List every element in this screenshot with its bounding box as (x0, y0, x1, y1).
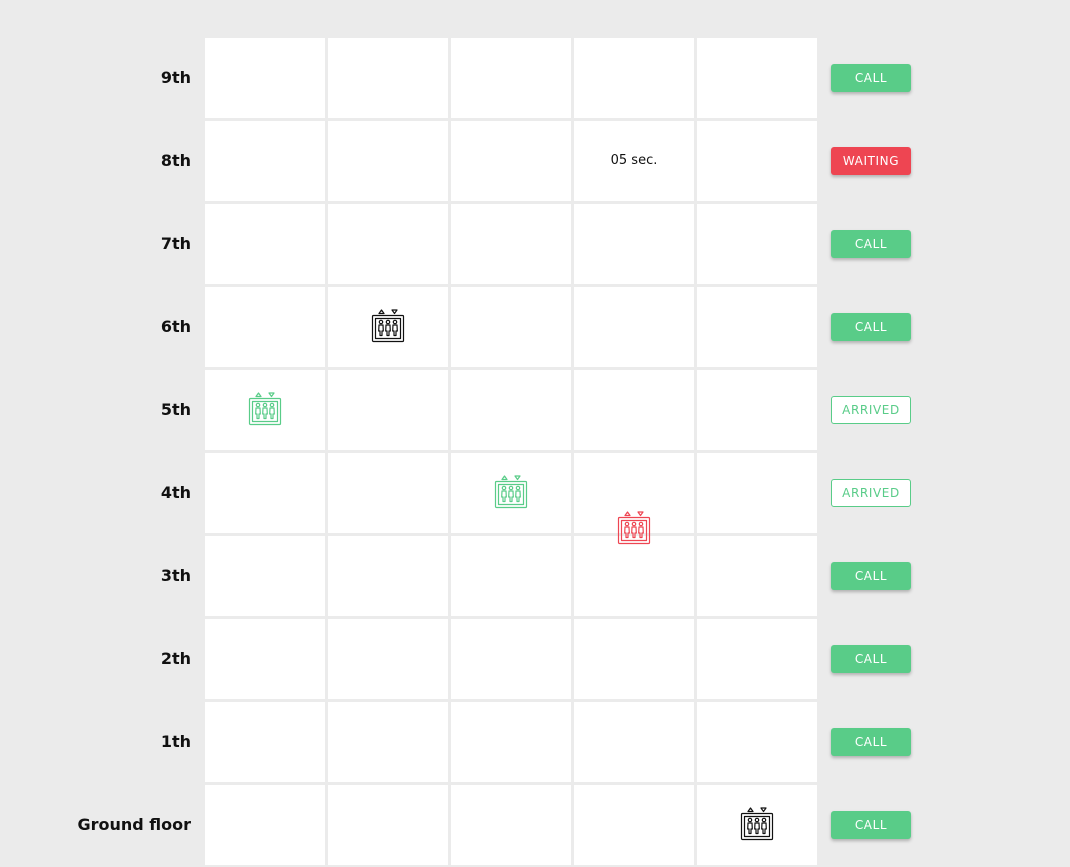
shaft-cell (574, 619, 694, 699)
shaft-cell (205, 204, 325, 284)
shaft-cell (328, 702, 448, 782)
shaft-cell (451, 38, 571, 118)
call-button[interactable]: CALL (831, 562, 911, 590)
shaft-cell (205, 38, 325, 118)
shaft-cell (697, 702, 817, 782)
floor-label: 3th (160, 566, 191, 585)
floor-label: 2th (160, 649, 191, 668)
call-button[interactable]: CALL (831, 313, 911, 341)
floor-label: 5th (160, 400, 191, 419)
floor-label: 9th (160, 68, 191, 87)
elevator-app: 9th CALL 8th 05 sec. WAITING 7th CALL 6th CALL 5t… (0, 0, 1070, 867)
shaft-cell (205, 121, 325, 201)
shaft-cell (328, 536, 448, 616)
shaft-cell (697, 204, 817, 284)
arrived-button[interactable]: ARRIVED (831, 396, 911, 424)
shaft-cell (574, 287, 694, 367)
floor-label: Ground floor (77, 815, 191, 834)
elevator-icon (740, 807, 774, 841)
shaft-cell (697, 121, 817, 201)
floor-label: 6th (160, 317, 191, 336)
shaft-cell (328, 38, 448, 118)
shaft-cell (697, 38, 817, 118)
shaft-cell (451, 287, 571, 367)
shaft-cell (574, 785, 694, 865)
shaft-cell (205, 702, 325, 782)
floor-label: 8th (160, 151, 191, 170)
shaft-cell (574, 536, 694, 616)
shaft-cell (451, 121, 571, 201)
shaft-cell (697, 453, 817, 533)
shaft-cell (328, 370, 448, 450)
shaft-cell (328, 785, 448, 865)
floor-label: 7th (160, 234, 191, 253)
shaft-cell (574, 204, 694, 284)
call-button[interactable]: CALL (831, 230, 911, 258)
shaft-cell (451, 785, 571, 865)
shaft-cell (574, 702, 694, 782)
shaft-cell (451, 370, 571, 450)
shaft-cell (205, 619, 325, 699)
shaft-cell (328, 619, 448, 699)
shaft-cell (697, 287, 817, 367)
shaft-cell (328, 121, 448, 201)
shaft-cell (451, 619, 571, 699)
elevator-icon (617, 511, 651, 545)
shaft-cell (205, 287, 325, 367)
wait-timer: 05 sec. (610, 153, 658, 168)
call-button[interactable]: CALL (831, 811, 911, 839)
elevator-icon (248, 392, 282, 426)
elevator-icon (494, 475, 528, 509)
elevator-icon (371, 309, 405, 343)
shaft-cell (574, 370, 694, 450)
shaft-cell (328, 204, 448, 284)
shaft-cell (451, 204, 571, 284)
arrived-button[interactable]: ARRIVED (831, 479, 911, 507)
shaft-cell (205, 536, 325, 616)
floor-label: 1th (160, 732, 191, 751)
shaft-cell (205, 453, 325, 533)
shaft-cell (697, 536, 817, 616)
call-button[interactable]: CALL (831, 728, 911, 756)
shaft-cell (205, 785, 325, 865)
shaft-cell (328, 453, 448, 533)
call-button[interactable]: CALL (831, 64, 911, 92)
shaft-cell (451, 536, 571, 616)
waiting-button[interactable]: WAITING (831, 147, 911, 175)
shaft-cell (697, 370, 817, 450)
floor-label: 4th (160, 483, 191, 502)
shaft-cell (697, 619, 817, 699)
shaft-cell (574, 38, 694, 118)
shaft-cell (451, 702, 571, 782)
call-button[interactable]: CALL (831, 645, 911, 673)
